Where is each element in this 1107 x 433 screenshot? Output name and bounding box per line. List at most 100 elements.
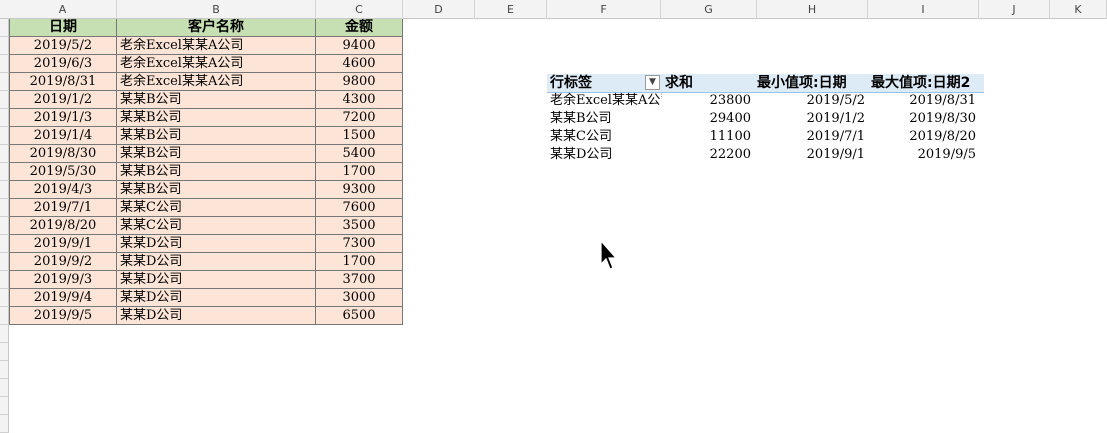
table-cell[interactable]: 某某B公司: [117, 127, 316, 145]
column-header-f[interactable]: F: [547, 0, 661, 19]
pivot-value-cell[interactable]: 2019/7/1: [757, 128, 865, 146]
pivot-row-label[interactable]: 某某B公司: [550, 110, 662, 128]
table-cell[interactable]: 1700: [316, 253, 403, 271]
column-header-d[interactable]: D: [403, 0, 475, 19]
table-cell[interactable]: 某某D公司: [117, 289, 316, 307]
pivot-value-cell[interactable]: 2019/8/31: [868, 92, 976, 110]
row-header-cell[interactable]: [0, 55, 9, 73]
row-header-cell[interactable]: [0, 91, 9, 109]
row-header-cell[interactable]: [0, 397, 9, 415]
pivot-row-label[interactable]: 老余Excel某某A公司: [550, 92, 662, 110]
dropdown-arrow-icon[interactable]: ▼: [645, 75, 660, 90]
column-header-j[interactable]: J: [979, 0, 1050, 19]
pivot-value-cell[interactable]: 2019/9/1: [757, 146, 865, 164]
table-cell[interactable]: 3700: [316, 271, 403, 289]
table-cell[interactable]: 某某D公司: [117, 307, 316, 325]
table-cell[interactable]: 某某D公司: [117, 253, 316, 271]
row-header-cell[interactable]: [0, 289, 9, 307]
pivot-value-cell[interactable]: 2019/8/20: [868, 128, 976, 146]
pivot-value-cell[interactable]: 2019/9/5: [868, 146, 976, 164]
table-cell[interactable]: 某某C公司: [117, 199, 316, 217]
table-cell[interactable]: 2019/9/3: [9, 271, 117, 289]
table-header-cell[interactable]: 金额: [316, 19, 403, 37]
table-cell[interactable]: 6500: [316, 307, 403, 325]
row-header-cell[interactable]: [0, 325, 9, 343]
table-cell[interactable]: 7300: [316, 235, 403, 253]
table-header-cell[interactable]: 客户名称: [117, 19, 316, 37]
row-header-cell[interactable]: [0, 235, 9, 253]
row-header-cell[interactable]: [0, 271, 9, 289]
pivot-value-cell[interactable]: 2019/8/30: [868, 110, 976, 128]
row-header-cell[interactable]: [0, 19, 9, 37]
table-cell[interactable]: 2019/8/30: [9, 145, 117, 163]
column-header-b[interactable]: B: [117, 0, 316, 19]
table-cell[interactable]: 5400: [316, 145, 403, 163]
table-cell[interactable]: 2019/1/2: [9, 91, 117, 109]
table-cell[interactable]: 3500: [316, 217, 403, 235]
table-header-cell[interactable]: 日期: [9, 19, 117, 37]
table-cell[interactable]: 4600: [316, 55, 403, 73]
table-cell[interactable]: 某某B公司: [117, 145, 316, 163]
row-header-cell[interactable]: [0, 343, 9, 361]
row-header-cell[interactable]: [0, 415, 9, 433]
pivot-value-cell[interactable]: 23800: [665, 92, 751, 110]
table-cell[interactable]: 某某D公司: [117, 271, 316, 289]
table-cell[interactable]: 某某B公司: [117, 163, 316, 181]
table-cell[interactable]: 老余Excel某某A公司: [117, 73, 316, 91]
table-cell[interactable]: 某某B公司: [117, 91, 316, 109]
row-header-cell[interactable]: [0, 127, 9, 145]
column-header-h[interactable]: H: [757, 0, 868, 19]
column-header-i[interactable]: I: [868, 0, 979, 19]
table-cell[interactable]: 1500: [316, 127, 403, 145]
pivot-value-cell[interactable]: 2019/5/2: [757, 92, 865, 110]
table-cell[interactable]: 1700: [316, 163, 403, 181]
row-header-cell[interactable]: [0, 199, 9, 217]
table-cell[interactable]: 7200: [316, 109, 403, 127]
table-cell[interactable]: 某某C公司: [117, 217, 316, 235]
table-cell[interactable]: 2019/8/31: [9, 73, 117, 91]
table-cell[interactable]: 2019/8/20: [9, 217, 117, 235]
table-cell[interactable]: 老余Excel某某A公司: [117, 37, 316, 55]
table-cell[interactable]: 2019/5/2: [9, 37, 117, 55]
pivot-value-cell[interactable]: 29400: [665, 110, 751, 128]
table-cell[interactable]: 9400: [316, 37, 403, 55]
table-cell[interactable]: 7600: [316, 199, 403, 217]
row-header-cell[interactable]: [0, 145, 9, 163]
table-cell[interactable]: 2019/9/5: [9, 307, 117, 325]
row-header-cell[interactable]: [0, 73, 9, 91]
table-cell[interactable]: 某某D公司: [117, 235, 316, 253]
pivot-value-cell[interactable]: 22200: [665, 146, 751, 164]
table-cell[interactable]: 老余Excel某某A公司: [117, 55, 316, 73]
table-cell[interactable]: 2019/1/3: [9, 109, 117, 127]
column-header-e[interactable]: E: [475, 0, 547, 19]
row-header-cell[interactable]: [0, 253, 9, 271]
row-header-cell[interactable]: [0, 361, 9, 379]
row-header-cell[interactable]: [0, 109, 9, 127]
table-cell[interactable]: 2019/9/1: [9, 235, 117, 253]
pivot-row-label[interactable]: 某某C公司: [550, 128, 662, 146]
table-cell[interactable]: 9300: [316, 181, 403, 199]
table-cell[interactable]: 2019/9/4: [9, 289, 117, 307]
table-cell[interactable]: 2019/6/3: [9, 55, 117, 73]
row-header-cell[interactable]: [0, 217, 9, 235]
row-header-cell[interactable]: [0, 379, 9, 397]
pivot-value-cell[interactable]: 11100: [665, 128, 751, 146]
table-cell[interactable]: 9800: [316, 73, 403, 91]
row-header-cell[interactable]: [0, 163, 9, 181]
table-cell[interactable]: 4300: [316, 91, 403, 109]
row-header-cell[interactable]: [0, 37, 9, 55]
column-header-c[interactable]: C: [316, 0, 403, 19]
table-cell[interactable]: 3000: [316, 289, 403, 307]
table-cell[interactable]: 2019/4/3: [9, 181, 117, 199]
pivot-value-cell[interactable]: 2019/1/2: [757, 110, 865, 128]
table-cell[interactable]: 2019/1/4: [9, 127, 117, 145]
column-header-k[interactable]: K: [1050, 0, 1107, 19]
table-cell[interactable]: 某某B公司: [117, 181, 316, 199]
row-header-cell[interactable]: [0, 307, 9, 325]
table-cell[interactable]: 某某B公司: [117, 109, 316, 127]
column-header-a[interactable]: A: [9, 0, 117, 19]
pivot-row-label[interactable]: 某某D公司: [550, 146, 662, 164]
table-cell[interactable]: 2019/9/2: [9, 253, 117, 271]
table-cell[interactable]: 2019/5/30: [9, 163, 117, 181]
column-header-g[interactable]: G: [661, 0, 757, 19]
